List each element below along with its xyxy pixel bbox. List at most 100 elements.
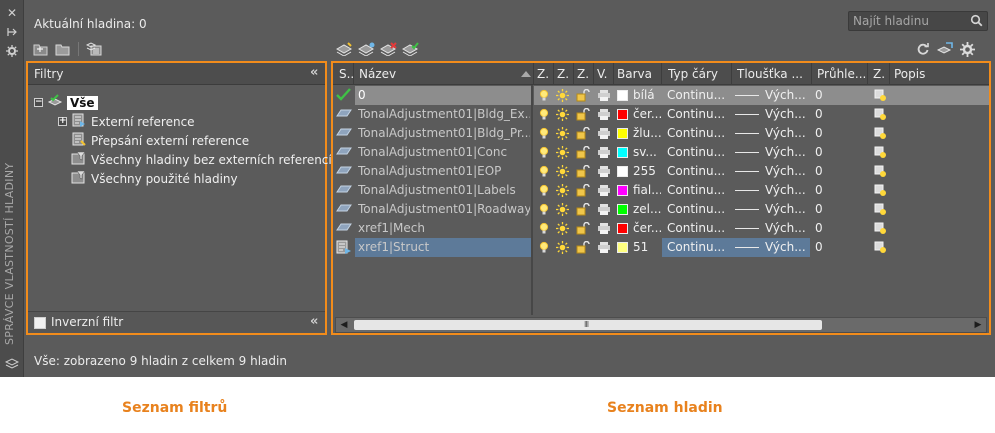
color-name[interactable]: čer... [633,221,661,235]
linetype[interactable]: Continu... [667,107,731,121]
transparency[interactable]: 0 [815,126,863,140]
layer-search-input[interactable] [853,13,965,29]
layer-name[interactable]: TonalAdjustment01|Labels [358,183,530,197]
table-row[interactable]: TonalAdjustment01|Roadway zel... Continu..… [333,200,989,219]
new-vp-freeze-icon[interactable] [874,222,887,238]
layer-thaw-sun-icon[interactable] [556,241,569,257]
col-color[interactable]: Barva [617,67,652,81]
new-vp-freeze-icon[interactable] [874,146,887,162]
tree-node-xref[interactable]: + Externí reference [58,112,195,131]
layer-on-bulb-icon[interactable] [539,222,549,238]
table-row[interactable]: xref1|Struct 51 Continu... Vých... 0 [333,238,989,257]
layer-plot-printer-icon[interactable] [598,241,610,257]
collapse-pane-chevron-icon[interactable]: « [310,314,319,329]
scroll-left-arrow-icon[interactable]: ◀ [338,319,350,331]
lineweight[interactable]: Vých... [765,202,811,216]
table-row[interactable]: TonalAdjustment01|Bldg_Pr... žlu... Contin… [333,124,989,143]
lineweight[interactable]: Vých... [765,164,811,178]
transparency[interactable]: 0 [815,221,863,235]
layer-translator-icon[interactable] [936,40,954,58]
layer-status-icon[interactable] [336,107,352,122]
search-icon[interactable] [970,14,983,30]
col-lineweight[interactable]: Tloušťka ... [737,67,809,81]
layer-status-icon[interactable] [336,221,352,236]
layer-plot-printer-icon[interactable] [598,222,610,238]
color-swatch[interactable] [617,128,628,139]
expand-expander-icon[interactable]: + [58,117,67,126]
col-lock[interactable]: Z. [577,67,589,81]
new-vp-freeze-icon[interactable] [874,89,887,105]
transparency[interactable]: 0 [815,107,863,121]
color-swatch[interactable] [617,204,628,215]
layer-on-bulb-icon[interactable] [539,241,549,257]
linetype[interactable]: Continu... [667,240,731,254]
close-icon[interactable]: ✕ [4,6,20,20]
transparency[interactable]: 0 [815,183,863,197]
table-row[interactable]: xref1|Mech čer... Continu... Vých... 0 [333,219,989,238]
layer-thaw-sun-icon[interactable] [556,184,569,200]
layer-name[interactable]: TonalAdjustment01|Conc [358,145,530,159]
table-row[interactable]: TonalAdjustment01|EOP 255 Continu... Vých..… [333,162,989,181]
layer-name[interactable]: TonalAdjustment01|Roadway [358,202,530,216]
layer-status-icon[interactable] [336,145,352,160]
col-on[interactable]: Z. [537,67,549,81]
scroll-right-arrow-icon[interactable]: ▶ [972,319,984,331]
lineweight[interactable]: Vých... [765,126,811,140]
tree-node-all[interactable]: − Vše [34,93,98,112]
layer-thaw-sun-icon[interactable] [556,203,569,219]
lineweight[interactable]: Vých... [765,183,811,197]
layer-plot-printer-icon[interactable] [598,108,610,124]
transparency[interactable]: 0 [815,202,863,216]
color-swatch[interactable] [617,223,628,234]
layer-on-bulb-icon[interactable] [539,146,549,162]
color-swatch[interactable] [617,109,628,120]
linetype[interactable]: Continu... [667,221,731,235]
linetype[interactable]: Continu... [667,126,731,140]
transparency[interactable]: 0 [815,88,863,102]
color-swatch[interactable] [617,147,628,158]
linetype[interactable]: Continu... [667,183,731,197]
refresh-icon[interactable] [914,40,932,58]
layer-on-bulb-icon[interactable] [539,203,549,219]
color-name[interactable]: bílá [633,88,661,102]
layer-unlock-icon[interactable] [576,203,590,219]
collapse-expander-icon[interactable]: − [34,98,43,107]
new-property-filter-button[interactable] [32,40,50,58]
layer-plot-printer-icon[interactable] [598,203,610,219]
tree-node-no-xref[interactable]: Všechny hladiny bez externích referencí [71,150,332,169]
tree-node-xref-override[interactable]: Přepsání externí reference [71,131,249,150]
color-swatch[interactable] [617,185,628,196]
layer-unlock-icon[interactable] [576,184,590,200]
lineweight[interactable]: Vých... [765,145,811,159]
linetype[interactable]: Continu... [667,88,731,102]
new-vp-freeze-icon[interactable] [874,127,887,143]
palette-title-bar[interactable]: ✕ SPRÁVCE VLASTNOSTÍ HLADINY [0,0,24,377]
transparency[interactable]: 0 [815,145,863,159]
layer-on-bulb-icon[interactable] [539,89,549,105]
layer-thaw-sun-icon[interactable] [556,222,569,238]
new-layer-vp-frozen-button[interactable] [358,40,376,58]
new-vp-freeze-icon[interactable] [874,165,887,181]
layer-status-icon[interactable] [336,183,352,198]
layer-plot-printer-icon[interactable] [598,89,610,105]
layer-thaw-sun-icon[interactable] [556,108,569,124]
table-row[interactable]: TonalAdjustment01|Labels fial... Continu..… [333,181,989,200]
set-current-button[interactable] [402,40,420,58]
horizontal-scrollbar[interactable]: ◀ III ▶ [335,317,987,333]
col-name[interactable]: Název [359,67,396,81]
invert-filter-checkbox[interactable] [34,317,46,329]
properties-gear-icon[interactable] [4,45,20,59]
layer-name[interactable]: TonalAdjustment01|Bldg_Pr... [358,126,530,140]
table-row[interactable]: TonalAdjustment01|Conc sv... Continu... Výc… [333,143,989,162]
lineweight[interactable]: Vých... [765,221,811,235]
new-vp-freeze-icon[interactable] [874,241,887,257]
linetype[interactable]: Continu... [667,145,731,159]
col-new-vp-freeze[interactable]: Z. [873,67,885,81]
layer-status-icon[interactable] [336,126,352,141]
col-transparency[interactable]: Průhle... [817,67,866,81]
col-plot[interactable]: V. [597,67,607,81]
color-name[interactable]: zel... [633,202,661,216]
linetype[interactable]: Continu... [667,202,731,216]
layer-on-bulb-icon[interactable] [539,184,549,200]
layer-name[interactable]: TonalAdjustment01|Bldg_Ex... [358,107,530,121]
